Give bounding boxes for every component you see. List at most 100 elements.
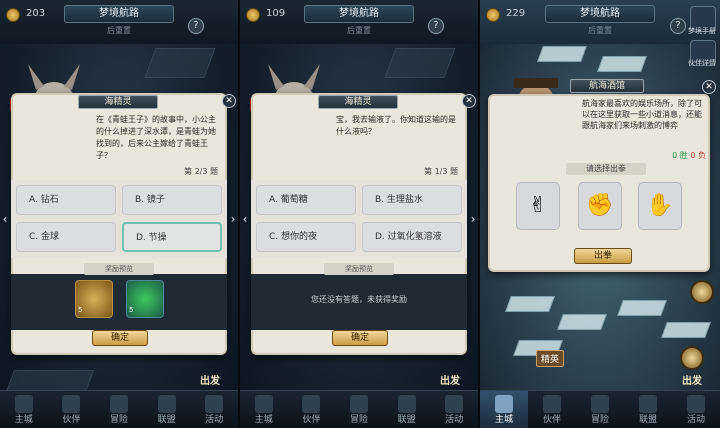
alliance-icon (157, 395, 176, 413)
bottom-nav: 主城 伙伴 冒险 联盟 活动 (480, 390, 720, 428)
partner-details-label: 伙伴详情 (688, 59, 716, 67)
castle-icon (14, 395, 33, 413)
reset-status: 后重置 (107, 26, 131, 35)
bottom-nav: 主城 伙伴 冒险 联盟 活动 (0, 390, 238, 428)
quiz-screen-1: 203 梦境航路 后重置 ? 8 海精灵 ✕ 在《青蛙王子》的故事中，小公主的什… (0, 0, 238, 428)
reset-status: 后重置 (347, 26, 371, 35)
no-reward-text: 您还没有答题，未获得奖励 (311, 295, 407, 304)
quiz-screen-2: 109 梦境航路 后重置 ? 8 海精灵 ✕ 宝，我去输液了。你知道这输的是什么… (240, 0, 478, 428)
nav-item-partner[interactable]: 伙伴 (48, 391, 96, 428)
event-icon (687, 395, 705, 413)
adventure-icon (591, 395, 609, 413)
nav-item-city[interactable]: 主城 (480, 391, 528, 428)
rps-prompt: 请选择出拳 (566, 163, 646, 175)
nav-item-partner[interactable]: 伙伴 (528, 391, 576, 428)
nav-item-adventure[interactable]: 冒险 (95, 391, 143, 428)
coin-count: 203 (26, 8, 46, 19)
page-title: 梦境航路 (304, 5, 414, 23)
question-text: 在《青蛙王子》的故事中，小公主的什么掉进了深水潭，是青蛙为她找到的，后来公主嫁给… (96, 115, 216, 160)
nav-item-alliance[interactable]: 联盟 (143, 391, 191, 428)
reward-count: 5 (78, 306, 83, 314)
question-progress: 第 2/3 题 (184, 167, 218, 176)
dialog-title: 海精灵 (318, 95, 398, 109)
event-icon (205, 395, 224, 413)
question-progress: 第 1/3 题 (424, 167, 458, 176)
option-d[interactable]: D. 过氧化氢溶液 (362, 222, 462, 252)
bottom-nav: 主城 伙伴 冒险 联盟 活动 (240, 390, 478, 428)
partner-icon (543, 395, 561, 413)
chevron-left-icon[interactable]: ‹ (241, 212, 249, 226)
coin-stack-icon[interactable] (690, 280, 714, 304)
reward-panel (11, 274, 227, 330)
chevron-right-icon[interactable]: › (229, 212, 237, 226)
nav-item-partner[interactable]: 伙伴 (288, 391, 336, 428)
chevron-right-icon[interactable]: › (469, 212, 477, 226)
reward-title: 奖励预览 (324, 263, 394, 275)
coin-icon (6, 8, 20, 22)
depart-label[interactable]: 出发 (682, 372, 702, 387)
close-button[interactable]: ✕ (222, 94, 236, 108)
dialog-title: 海精灵 (78, 95, 158, 109)
option-d[interactable]: D. 节操 (122, 222, 222, 252)
tavern-screen: 229 梦境航路 后重置 ? 梦境手册 伙伴详情 8 航海酒馆 ✕ 航海家最喜欢… (480, 0, 720, 428)
win-count: 0 胜 (672, 151, 688, 160)
nav-item-adventure[interactable]: 冒险 (335, 391, 383, 428)
lose-count: 0 负 (690, 151, 706, 160)
page-title: 梦境航路 (545, 5, 655, 23)
paper-hand-icon[interactable]: ✋ (638, 182, 682, 230)
dream-manual-label: 梦境手册 (688, 27, 716, 35)
coin-icon (246, 8, 260, 22)
nav-item-city[interactable]: 主城 (240, 391, 288, 428)
option-a[interactable]: A. 钻石 (16, 185, 116, 215)
nav-item-alliance[interactable]: 联盟 (624, 391, 672, 428)
nav-item-event[interactable]: 活动 (672, 391, 720, 428)
partner-icon (302, 395, 321, 413)
alliance-icon (397, 395, 416, 413)
adventure-icon (109, 395, 128, 413)
score: 0 胜 0 负 (672, 150, 706, 161)
castle-icon (254, 395, 273, 413)
top-bar: 229 梦境航路 后重置 ? (480, 0, 720, 44)
option-c[interactable]: C. 金球 (16, 222, 116, 252)
alliance-icon (639, 395, 657, 413)
reset-status: 后重置 (588, 26, 612, 35)
nav-item-alliance[interactable]: 联盟 (383, 391, 431, 428)
help-button[interactable]: ? (428, 18, 444, 34)
close-button[interactable]: ✕ (462, 94, 476, 108)
chevron-left-icon[interactable]: ‹ (1, 212, 9, 226)
adventure-icon (349, 395, 368, 413)
option-c[interactable]: C. 想你的夜 (256, 222, 356, 252)
close-button[interactable]: ✕ (702, 80, 716, 94)
question-text: 宝，我去输液了。你知道这输的是什么液吗？ (336, 115, 456, 136)
nav-item-event[interactable]: 活动 (190, 391, 238, 428)
rock-hand-icon[interactable]: ✊ (578, 182, 622, 230)
shoot-button[interactable]: 出拳 (574, 248, 632, 264)
confirm-button[interactable]: 确定 (92, 330, 148, 346)
depart-label[interactable]: 出发 (200, 372, 220, 387)
scissors-hand-icon[interactable]: ✌ (516, 182, 560, 230)
coin-icon (486, 8, 500, 22)
coin-count: 109 (266, 8, 286, 19)
depart-label[interactable]: 出发 (440, 372, 460, 387)
tavern-description: 航海家最喜欢的娱乐场所，除了可以在这里获取一些小道消息，还能跟航海家们来场刺激的… (582, 99, 702, 130)
nav-item-event[interactable]: 活动 (430, 391, 478, 428)
top-bar: 203 梦境航路 后重置 ? (0, 0, 238, 44)
elite-label[interactable]: 精英 (536, 350, 565, 367)
help-button[interactable]: ? (188, 18, 204, 34)
castle-icon (495, 395, 513, 413)
nav-item-adventure[interactable]: 冒险 (576, 391, 624, 428)
option-b[interactable]: B. 镜子 (122, 185, 222, 215)
reward-title: 奖励预览 (84, 263, 154, 275)
dialog-title: 航海酒馆 (570, 79, 644, 93)
ship-wheel-icon[interactable] (680, 346, 704, 370)
option-b[interactable]: B. 生理盐水 (362, 185, 462, 215)
confirm-button[interactable]: 确定 (332, 330, 388, 346)
event-icon (445, 395, 464, 413)
option-a[interactable]: A. 葡萄糖 (256, 185, 356, 215)
reward-count: 5 (129, 306, 134, 314)
coin-count: 229 (506, 8, 526, 19)
top-bar: 109 梦境航路 后重置 ? (240, 0, 478, 44)
page-title: 梦境航路 (64, 5, 174, 23)
screenshot-collage: 203 梦境航路 后重置 ? 8 海精灵 ✕ 在《青蛙王子》的故事中，小公主的什… (0, 0, 720, 428)
nav-item-city[interactable]: 主城 (0, 391, 48, 428)
